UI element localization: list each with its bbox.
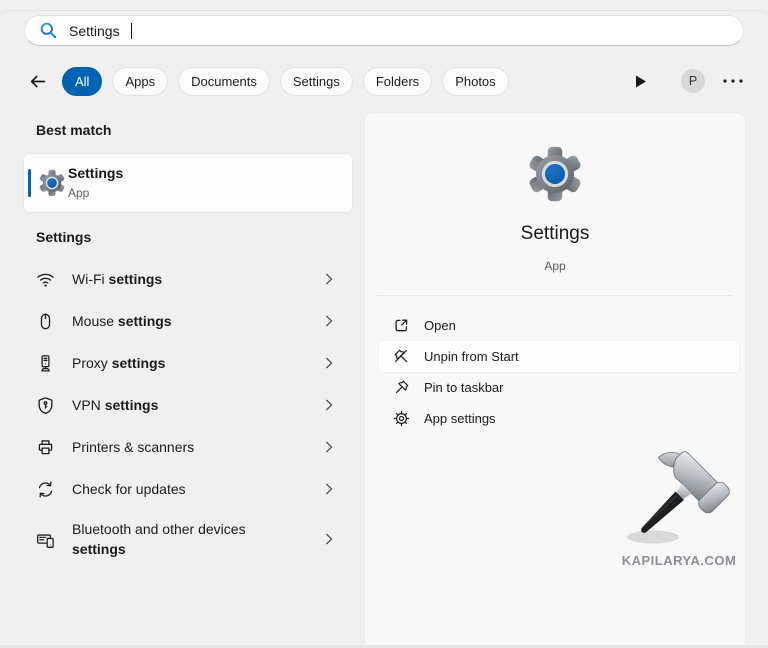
search-query-text: Settings xyxy=(69,23,120,39)
action-label: Open xyxy=(424,318,456,333)
selection-accent-bar xyxy=(28,169,31,197)
filter-tab-documents[interactable]: Documents xyxy=(178,67,270,96)
app-settings-gear-icon xyxy=(393,410,410,427)
back-button[interactable] xyxy=(24,68,50,94)
result-label-bold: settings xyxy=(118,313,172,329)
best-match-result[interactable]: Settings App xyxy=(24,154,352,212)
result-label: Printers & scanners xyxy=(72,439,194,455)
action-open[interactable]: Open xyxy=(379,310,739,341)
result-label: Check for updates xyxy=(72,481,186,497)
ellipsis-icon xyxy=(722,78,744,84)
preview-panel: Settings App Open Unpin from Start xyxy=(365,113,745,648)
action-pin-to-taskbar[interactable]: Pin to taskbar xyxy=(379,372,739,403)
result-label: Wi-Fi xyxy=(72,271,109,287)
filter-bar-right-controls: P xyxy=(634,69,744,93)
printer-icon xyxy=(36,438,55,457)
preview-app-title: Settings xyxy=(365,223,745,245)
search-icon xyxy=(39,21,58,40)
result-check-for-updates[interactable]: Check for updates xyxy=(24,468,352,510)
result-wifi-settings[interactable]: Wi-Fi settings xyxy=(24,258,352,300)
filter-bar: All Apps Documents Settings Folders Phot… xyxy=(24,66,744,96)
result-printers-scanners[interactable]: Printers & scanners xyxy=(24,426,352,468)
update-sync-icon xyxy=(36,480,55,499)
result-label-bold: settings xyxy=(112,355,166,371)
chevron-right-icon xyxy=(322,480,336,498)
settings-app-icon-large xyxy=(526,145,584,203)
result-label: Proxy xyxy=(72,355,112,371)
filter-tab-apps[interactable]: Apps xyxy=(112,67,168,96)
search-window: Settings All Apps Documents Settings Fol… xyxy=(0,0,768,648)
result-label-bold: settings xyxy=(105,397,159,413)
vpn-shield-icon xyxy=(36,396,55,415)
more-options-button[interactable] xyxy=(722,78,744,84)
best-match-subtitle: App xyxy=(68,186,89,200)
action-label: App settings xyxy=(424,411,496,426)
proxy-icon xyxy=(36,354,55,373)
unpin-icon xyxy=(393,348,410,365)
best-match-title: Settings xyxy=(68,165,123,181)
best-match-heading: Best match xyxy=(36,122,111,138)
chevron-right-icon xyxy=(322,354,336,372)
filter-tab-photos[interactable]: Photos xyxy=(442,67,508,96)
settings-section-heading: Settings xyxy=(36,229,91,245)
result-bluetooth-devices-settings[interactable]: Bluetooth and other devices settings xyxy=(24,510,352,568)
result-label: VPN xyxy=(72,397,105,413)
chevron-right-icon xyxy=(322,438,336,456)
result-label: Mouse xyxy=(72,313,118,329)
chevron-right-icon xyxy=(322,312,336,330)
mouse-icon xyxy=(36,312,55,331)
divider xyxy=(377,295,733,296)
wifi-icon xyxy=(36,270,55,289)
action-list: Open Unpin from Start Pin to taskbar xyxy=(379,310,739,434)
action-unpin-from-start[interactable]: Unpin from Start xyxy=(379,341,739,372)
action-label: Unpin from Start xyxy=(424,349,519,364)
result-label: Bluetooth and other devices xyxy=(72,521,246,537)
settings-result-list: Wi-Fi settings Mouse settings xyxy=(24,258,352,568)
action-app-settings[interactable]: App settings xyxy=(379,403,739,434)
chevron-right-icon xyxy=(322,530,336,548)
play-icon xyxy=(634,74,647,89)
preview-app-subtitle: App xyxy=(365,259,745,273)
watermark: KAPILARYA.COM xyxy=(613,449,745,568)
action-label: Pin to taskbar xyxy=(424,380,504,395)
filter-tab-folders[interactable]: Folders xyxy=(363,67,432,96)
open-external-icon xyxy=(393,317,410,334)
result-proxy-settings[interactable]: Proxy settings xyxy=(24,342,352,384)
filter-tab-settings[interactable]: Settings xyxy=(280,67,353,96)
watermark-text: KAPILARYA.COM xyxy=(613,553,745,568)
avatar[interactable]: P xyxy=(681,69,705,93)
result-mouse-settings[interactable]: Mouse settings xyxy=(24,300,352,342)
filter-tab-all[interactable]: All xyxy=(62,67,102,96)
back-arrow-icon xyxy=(28,72,47,91)
result-label-bold: settings xyxy=(109,271,163,287)
search-input[interactable]: Settings xyxy=(24,15,744,46)
text-caret xyxy=(131,23,132,39)
pin-icon xyxy=(393,379,410,396)
settings-app-icon xyxy=(38,169,66,197)
chevron-right-icon xyxy=(322,270,336,288)
bluetooth-devices-icon xyxy=(36,530,55,549)
result-label-bold: settings xyxy=(72,541,126,557)
chevron-right-icon xyxy=(322,396,336,414)
play-button[interactable] xyxy=(634,74,647,89)
result-vpn-settings[interactable]: VPN settings xyxy=(24,384,352,426)
hammer-watermark-icon xyxy=(621,449,737,553)
